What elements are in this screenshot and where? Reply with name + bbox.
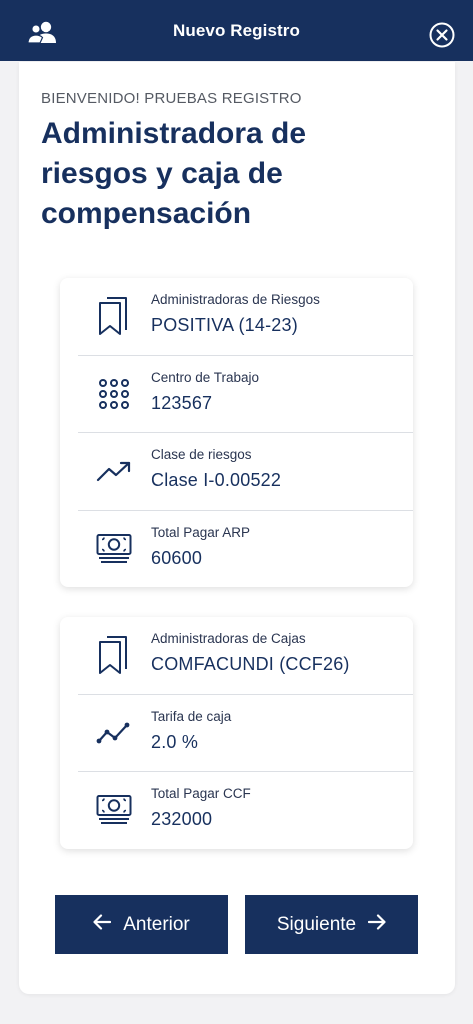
- users-icon[interactable]: [27, 20, 59, 44]
- list-item[interactable]: Centro de Trabajo 123567: [60, 356, 413, 433]
- form-panel: BIENVENIDO! PRUEBAS REGISTRO Administrad…: [19, 62, 455, 994]
- cash-icon: [96, 529, 132, 569]
- field-label: Administradoras de Riesgos: [151, 292, 320, 307]
- field-value: POSITIVA (14-23): [151, 315, 298, 335]
- top-bar: Nuevo Registro: [0, 0, 473, 61]
- previous-button[interactable]: Anterior: [55, 895, 228, 954]
- bookmarks-icon: [96, 635, 132, 675]
- trending-up-icon: [96, 451, 132, 491]
- field-value: 123567: [151, 392, 213, 413]
- field-label: Clase de riesgos: [151, 447, 252, 462]
- list-item[interactable]: Total Pagar CCF 232000: [60, 772, 413, 850]
- list-item[interactable]: Clase de riesgos Clase I-0.00522: [60, 433, 413, 511]
- field-value: COMFACUNDI (CCF26): [151, 654, 350, 674]
- field-value: 232000: [151, 809, 213, 829]
- caja-card: Administradoras de Cajas COMFACUNDI (CCF…: [60, 617, 413, 849]
- field-label: Administradoras de Cajas: [151, 631, 306, 646]
- field-value: Clase I-0.00522: [151, 470, 282, 490]
- arrow-left-icon: [93, 913, 112, 936]
- field-value: 2.0 %: [151, 731, 199, 752]
- risk-admin-card: Administradoras de Riesgos POSITIVA (14-…: [60, 278, 413, 587]
- welcome-text: BIENVENIDO! PRUEBAS REGISTRO: [41, 90, 302, 107]
- section-heading: Administradora de riesgos y caja de comp…: [41, 117, 307, 230]
- field-label: Total Pagar CCF: [151, 786, 251, 801]
- page-title: Nuevo Registro: [172, 20, 301, 40]
- next-button[interactable]: Siguiente: [245, 895, 418, 954]
- bookmarks-icon: [96, 296, 132, 336]
- field-label: Total Pagar ARP: [151, 524, 251, 540]
- list-item[interactable]: Administradoras de Cajas COMFACUNDI (CCF…: [60, 617, 413, 695]
- arrow-right-icon: [368, 913, 386, 936]
- line-chart-icon: [96, 713, 132, 753]
- list-item[interactable]: Tarifa de caja 2.0 %: [60, 695, 413, 772]
- previous-button-label: Anterior: [123, 913, 190, 935]
- cash-icon: [96, 790, 132, 830]
- field-label: Tarifa de caja: [151, 708, 232, 724]
- close-icon[interactable]: [429, 22, 455, 48]
- list-item[interactable]: Total Pagar ARP 60600: [60, 511, 413, 589]
- field-label: Centro de Trabajo: [151, 369, 260, 385]
- list-item[interactable]: Administradoras de Riesgos POSITIVA (14-…: [60, 278, 413, 356]
- dot-grid-icon: [96, 374, 132, 414]
- next-button-label: Siguiente: [276, 913, 357, 935]
- field-value: 60600: [151, 547, 203, 568]
